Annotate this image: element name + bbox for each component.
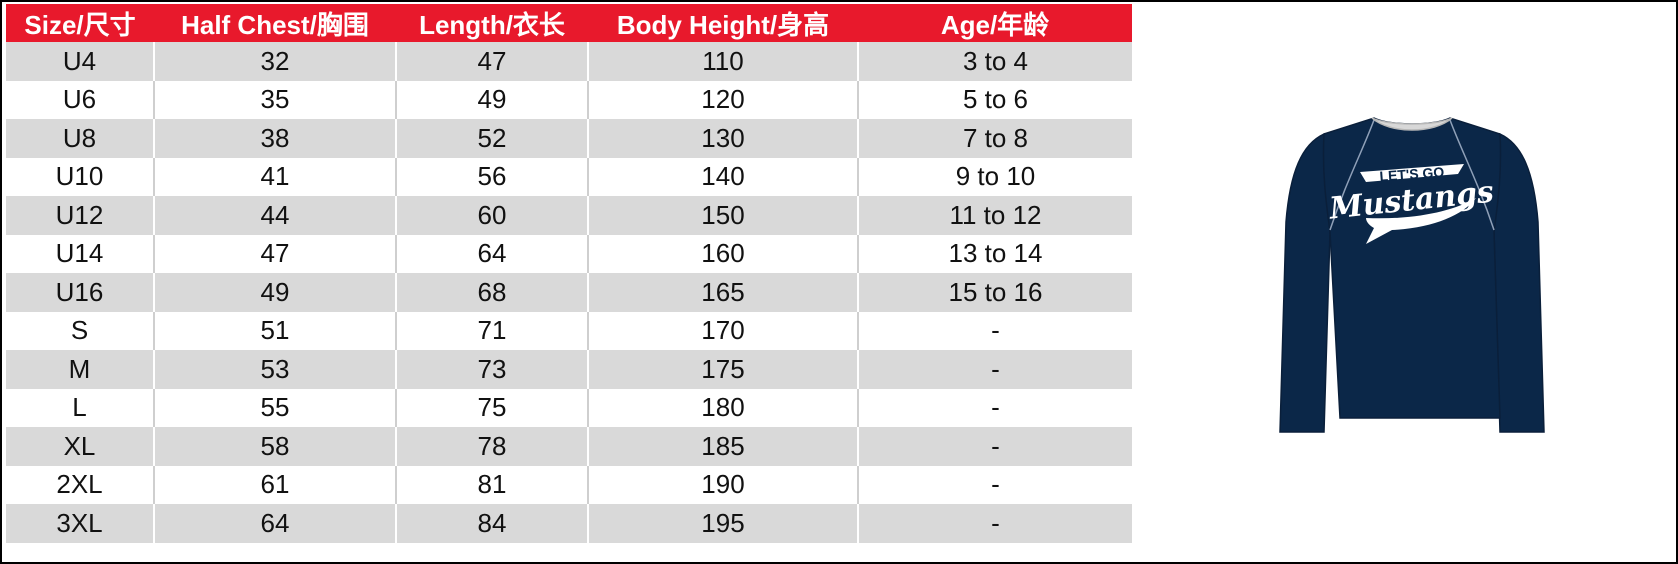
- cell-half-chest: 41: [153, 157, 396, 196]
- cell-size: U16: [6, 273, 154, 312]
- cell-body-height: 150: [587, 196, 858, 235]
- table-row: U4 32 47 110 3 to 4: [6, 42, 1132, 81]
- header-half-chest: Half Chest/胸围: [154, 4, 396, 42]
- cell-body-height: 165: [587, 273, 858, 312]
- cell-length: 75: [395, 388, 588, 427]
- cell-age: 11 to 12: [857, 196, 1132, 235]
- cell-size: U12: [6, 196, 154, 235]
- table-row: S 51 71 170-: [6, 311, 1132, 350]
- cell-age: 7 to 8: [857, 119, 1132, 158]
- cell-body-height: 185: [587, 427, 858, 466]
- cell-size: L: [6, 388, 154, 427]
- table-row: U8 38 52 130 7 to 8: [6, 119, 1132, 158]
- table-row: 3XL 64 84 195-: [6, 504, 1132, 543]
- cell-length: 73: [395, 350, 588, 389]
- cell-size: U14: [6, 234, 154, 273]
- header-age: Age/年龄: [858, 4, 1132, 42]
- cell-size: U4: [6, 42, 154, 81]
- cell-half-chest: 55: [153, 388, 396, 427]
- cell-length: 60: [395, 196, 588, 235]
- cell-half-chest: 32: [153, 42, 396, 81]
- table-row: U14 47 64 160 13 to 14: [6, 234, 1132, 273]
- cell-length: 47: [395, 42, 588, 81]
- header-length: Length/衣长: [396, 4, 588, 42]
- cell-age: -: [857, 504, 1132, 543]
- cell-size: S: [6, 311, 154, 350]
- cell-length: 68: [395, 273, 588, 312]
- size-table: Size/尺寸 Half Chest/胸围 Length/衣长 Body Hei…: [6, 4, 1132, 543]
- cell-body-height: 180: [587, 388, 858, 427]
- cell-body-height: 140: [587, 157, 858, 196]
- cell-size: 3XL: [6, 504, 154, 543]
- table-row: U6 35 49 120 5 to 6: [6, 80, 1132, 119]
- table-row: U12 44 60 150 11 to 12: [6, 196, 1132, 235]
- cell-body-height: 160: [587, 234, 858, 273]
- cell-half-chest: 51: [153, 311, 396, 350]
- cell-half-chest: 49: [153, 273, 396, 312]
- cell-length: 49: [395, 80, 588, 119]
- size-chart: Size/尺寸 Half Chest/胸围 Length/衣长 Body Hei…: [0, 0, 1678, 564]
- cell-half-chest: 35: [153, 80, 396, 119]
- cell-half-chest: 38: [153, 119, 396, 158]
- cell-size: U8: [6, 119, 154, 158]
- cell-half-chest: 58: [153, 427, 396, 466]
- cell-length: 81: [395, 465, 588, 504]
- cell-age: 15 to 16: [857, 273, 1132, 312]
- cell-age: -: [857, 350, 1132, 389]
- table-row: U16 49 68 165 15 to 16: [6, 273, 1132, 312]
- table-row: XL 58 78 185-: [6, 427, 1132, 466]
- cell-body-height: 195: [587, 504, 858, 543]
- cell-size: 2XL: [6, 465, 154, 504]
- cell-age: 3 to 4: [857, 42, 1132, 81]
- cell-length: 71: [395, 311, 588, 350]
- cell-age: 5 to 6: [857, 80, 1132, 119]
- cell-age: -: [857, 388, 1132, 427]
- table-header-row: Size/尺寸 Half Chest/胸围 Length/衣长 Body Hei…: [6, 4, 1132, 42]
- cell-half-chest: 47: [153, 234, 396, 273]
- cell-length: 52: [395, 119, 588, 158]
- cell-length: 84: [395, 504, 588, 543]
- cell-age: -: [857, 311, 1132, 350]
- cell-body-height: 130: [587, 119, 858, 158]
- cell-body-height: 175: [587, 350, 858, 389]
- header-size: Size/尺寸: [6, 4, 154, 42]
- table-row: 2XL 61 81 190-: [6, 465, 1132, 504]
- cell-half-chest: 44: [153, 196, 396, 235]
- cell-length: 64: [395, 234, 588, 273]
- cell-body-height: 110: [587, 42, 858, 81]
- cell-age: -: [857, 427, 1132, 466]
- cell-size: M: [6, 350, 154, 389]
- cell-size: U6: [6, 80, 154, 119]
- table-row: M 53 73 175-: [6, 350, 1132, 389]
- header-body-height: Body Height/身高: [588, 4, 858, 42]
- cell-half-chest: 64: [153, 504, 396, 543]
- long-sleeve-shirt-icon: LET'S GO Mustangs: [1279, 117, 1545, 433]
- cell-length: 78: [395, 427, 588, 466]
- table-row: L 55 75 180-: [6, 388, 1132, 427]
- cell-age: 9 to 10: [857, 157, 1132, 196]
- cell-size: XL: [6, 427, 154, 466]
- cell-length: 56: [395, 157, 588, 196]
- cell-size: U10: [6, 157, 154, 196]
- cell-half-chest: 53: [153, 350, 396, 389]
- cell-half-chest: 61: [153, 465, 396, 504]
- cell-body-height: 190: [587, 465, 858, 504]
- cell-body-height: 170: [587, 311, 858, 350]
- cell-body-height: 120: [587, 80, 858, 119]
- table-row: U10 41 56 140 9 to 10: [6, 157, 1132, 196]
- cell-age: 13 to 14: [857, 234, 1132, 273]
- shirt-image: LET'S GO Mustangs: [1262, 112, 1562, 442]
- cell-age: -: [857, 465, 1132, 504]
